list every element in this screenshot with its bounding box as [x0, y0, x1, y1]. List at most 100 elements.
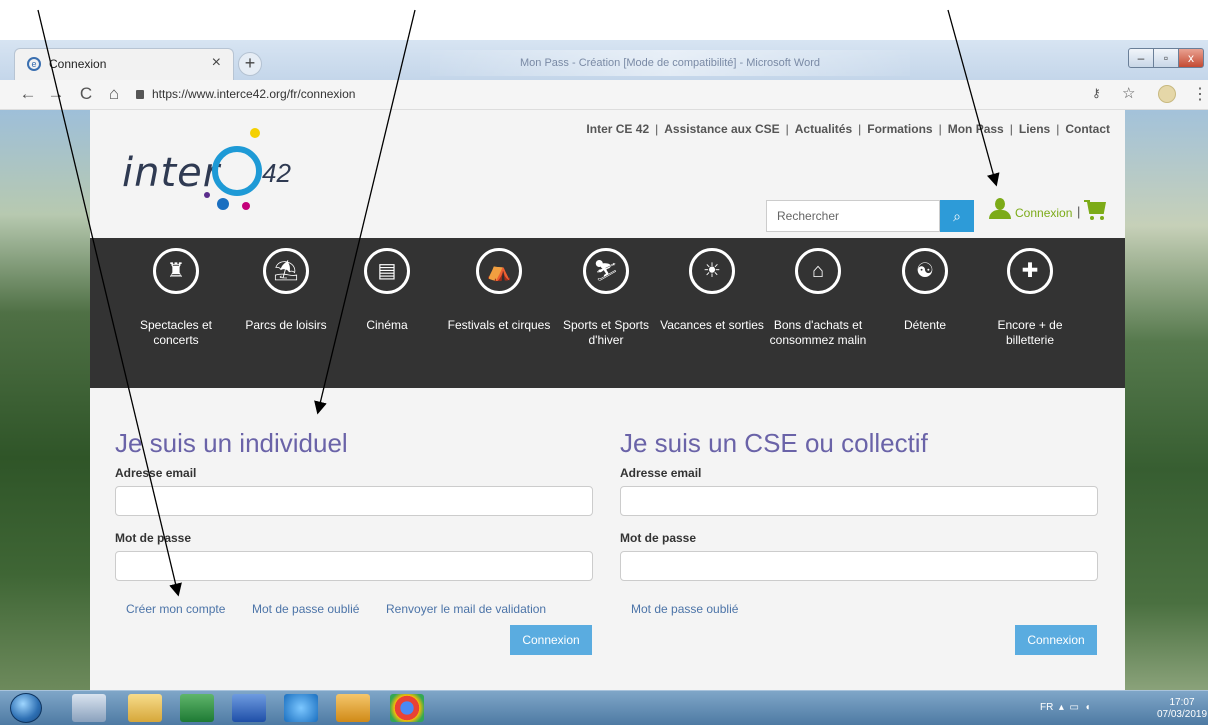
excel-icon[interactable]: [180, 694, 214, 722]
top-navigation: Inter CE 42 | Assistance aux CSE | Actualité…: [586, 122, 1110, 136]
logo-number: 42: [262, 158, 291, 188]
individual-email-label: Adresse email: [115, 466, 197, 480]
search-input[interactable]: Rechercher: [766, 200, 940, 232]
cse-email-label: Adresse email: [620, 466, 702, 480]
logo-dot: [250, 128, 260, 138]
cart-icon[interactable]: [1084, 198, 1108, 222]
beach-chair-icon: ☀: [689, 248, 735, 294]
tab-close-icon[interactable]: ×: [212, 54, 221, 72]
category-detente[interactable]: ☯ Détente: [870, 248, 980, 333]
file-explorer-icon[interactable]: [128, 694, 162, 722]
cse-password-field[interactable]: [620, 551, 1098, 581]
meditation-icon: ☯: [902, 248, 948, 294]
circus-tent-icon: ⛺: [476, 248, 522, 294]
favicon-icon: e: [27, 57, 41, 71]
cse-email-field[interactable]: [620, 486, 1098, 516]
category-label: Sports et Sports d'hiver: [562, 318, 650, 347]
url-bar[interactable]: https://www.interce42.org/fr/connexion: [136, 83, 1136, 105]
separator: |: [1077, 204, 1081, 219]
new-tab-button[interactable]: +: [238, 52, 262, 76]
logo-e-circle: [212, 146, 262, 196]
category-label: Bons d'achats et consommez malin: [769, 318, 867, 347]
nav-link-contact[interactable]: Contact: [1065, 122, 1110, 136]
individual-email-field[interactable]: [115, 486, 593, 516]
star-icon[interactable]: ☆: [1122, 84, 1135, 102]
clock-time: 17:07: [1169, 697, 1195, 708]
background-landscape-right: [1125, 110, 1208, 690]
lock-icon: [136, 90, 144, 99]
site-logo[interactable]: inter 42: [122, 128, 362, 218]
search-button[interactable]: ⌕: [940, 200, 974, 232]
category-label: Festivals et cirques: [447, 318, 551, 332]
category-vacances[interactable]: ☀ Vacances et sorties: [657, 248, 767, 333]
clock-date: 07/03/2019: [1156, 709, 1208, 720]
background-window-title: Mon Pass - Création [Mode de compatibili…: [430, 50, 910, 76]
individual-password-label: Mot de passe: [115, 531, 192, 545]
calculator-icon[interactable]: [72, 694, 106, 722]
tab-connexion[interactable]: e Connexion ×: [14, 48, 234, 80]
category-label: Spectacles et concerts: [139, 318, 213, 347]
nav-link-assistance[interactable]: Assistance aux CSE: [664, 122, 779, 136]
maximize-button[interactable]: ▫: [1153, 48, 1179, 68]
category-label: Encore + de billetterie: [997, 318, 1063, 347]
ticket-icon: ✚: [1007, 248, 1053, 294]
category-label: Cinéma: [366, 318, 408, 332]
nav-link-inter-ce-42[interactable]: Inter CE 42: [586, 122, 649, 136]
start-button[interactable]: [10, 693, 42, 723]
category-spectacles[interactable]: ♜ Spectacles et concerts: [121, 248, 231, 348]
theater-icon: ♜: [153, 248, 199, 294]
individual-password-field[interactable]: [115, 551, 593, 581]
system-clock[interactable]: 17:07 07/03/2019: [1156, 697, 1208, 721]
category-label: Vacances et sorties: [660, 318, 764, 332]
cse-connexion-button[interactable]: Connexion: [1015, 625, 1097, 655]
clapperboard-icon: ▤: [364, 248, 410, 294]
carousel-icon: ⛱: [263, 248, 309, 294]
system-tray[interactable]: FR ▴ ▭ ◖: [1040, 702, 1091, 713]
connexion-link[interactable]: Connexion: [1015, 206, 1072, 220]
nav-link-liens[interactable]: Liens: [1019, 122, 1050, 136]
word-icon[interactable]: [232, 694, 266, 722]
close-window-button[interactable]: x: [1178, 48, 1204, 68]
category-festivals[interactable]: ⛺ Festivals et cirques: [444, 248, 554, 333]
search-icon: ⌕: [953, 208, 961, 224]
nav-link-formations[interactable]: Formations: [867, 122, 932, 136]
individual-forgot-password-link[interactable]: Mot de passe oublié: [252, 602, 359, 616]
user-icon[interactable]: [988, 196, 1012, 222]
category-parcs[interactable]: ⛱ Parcs de loisirs: [231, 248, 341, 333]
category-label: Détente: [903, 318, 947, 332]
logo-dot: [242, 202, 250, 210]
extension-icon[interactable]: [1158, 85, 1176, 103]
tab-title: Connexion: [49, 57, 107, 71]
category-bons-achats[interactable]: ⌂ Bons d'achats et consommez malin: [763, 248, 873, 348]
outlook-icon[interactable]: [336, 694, 370, 722]
individual-connexion-button[interactable]: Connexion: [510, 625, 592, 655]
logo-dot: [217, 198, 229, 210]
category-billetterie[interactable]: ✚ Encore + de billetterie: [975, 248, 1085, 348]
menu-icon[interactable]: ⋮: [1192, 84, 1208, 104]
key-icon[interactable]: ⚷: [1092, 86, 1101, 100]
cse-password-label: Mot de passe: [620, 531, 697, 545]
url-text: https://www.interce42.org/fr/connexion: [152, 87, 356, 101]
individual-form-title: Je suis un individuel: [115, 428, 348, 458]
language-indicator[interactable]: FR: [1040, 702, 1053, 713]
forward-arrow-icon[interactable]: →: [46, 84, 66, 104]
category-cinema[interactable]: ▤ Cinéma: [332, 248, 442, 333]
cse-form-title: Je suis un CSE ou collectif: [620, 428, 928, 458]
category-sports[interactable]: ⛷ Sports et Sports d'hiver: [551, 248, 661, 348]
nav-link-mon-pass[interactable]: Mon Pass: [948, 122, 1004, 136]
resend-validation-link[interactable]: Renvoyer le mail de validation: [386, 602, 546, 616]
chrome-icon[interactable]: [390, 694, 424, 722]
create-account-link[interactable]: Créer mon compte: [126, 602, 225, 616]
reload-icon[interactable]: C: [76, 84, 96, 104]
cse-forgot-password-link[interactable]: Mot de passe oublié: [631, 602, 738, 616]
logo-text: inter: [122, 150, 221, 196]
gift-icon: ⌂: [795, 248, 841, 294]
minimize-button[interactable]: –: [1128, 48, 1154, 68]
skier-icon: ⛷: [583, 248, 629, 294]
internet-explorer-icon[interactable]: [284, 694, 318, 722]
nav-link-actualites[interactable]: Actualités: [795, 122, 852, 136]
back-arrow-icon[interactable]: ←: [18, 84, 38, 104]
background-landscape-left: [0, 110, 90, 690]
logo-dot: [204, 192, 210, 198]
home-icon[interactable]: ⌂: [104, 84, 124, 104]
